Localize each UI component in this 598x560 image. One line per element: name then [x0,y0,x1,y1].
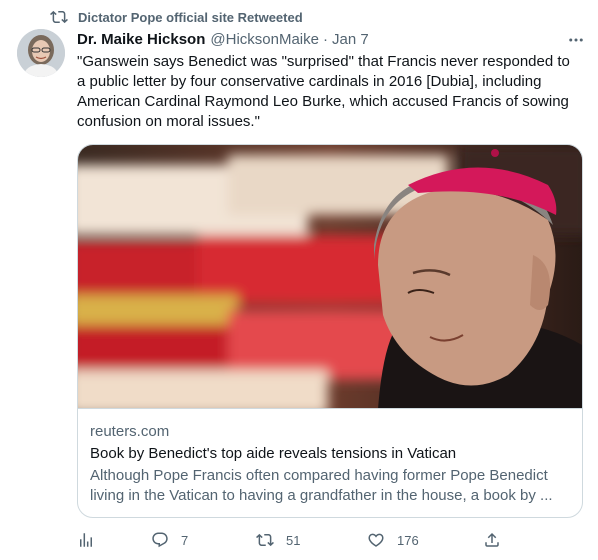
card-meta: reuters.com Book by Benedict's top aide … [90,422,570,506]
like-count: 176 [397,532,419,548]
author-handle[interactable]: @HicksonMaike [210,31,319,48]
retweet-icon [256,533,274,547]
retweeted-by-row[interactable]: Dictator Pope official site Retweeted [50,8,303,26]
heart-icon [368,533,384,547]
reply-button[interactable]: 7 [151,528,188,552]
tweet-date[interactable]: Jan 7 [332,31,369,48]
card-domain: reuters.com [90,423,170,440]
tweet-text: "Ganswein says Benedict was "surprised" … [77,53,570,130]
more-icon [569,38,583,42]
more-options-button[interactable] [566,31,586,49]
analytics-button[interactable] [77,528,95,552]
retweet-icon [50,8,68,26]
tweet-header: Dr. Maike Hickson @HicksonMaike · Jan 7 [77,29,582,49]
analytics-icon [80,533,92,547]
reply-count: 7 [181,532,189,548]
retweet-button[interactable]: 51 [256,528,300,552]
card-title: Book by Benedict's top aide reveals tens… [90,445,457,462]
reply-icon [152,532,168,548]
avatar[interactable] [17,29,65,77]
header-separator: · [322,30,328,48]
tweet-actions: 7 51 176 [77,528,507,552]
like-button[interactable]: 176 [367,528,419,552]
share-button[interactable] [483,528,501,552]
card-image [78,145,582,409]
retweeted-by-label: Dictator Pope official site Retweeted [78,9,303,25]
link-card[interactable]: reuters.com Book by Benedict's top aide … [77,144,583,518]
share-icon [485,532,499,547]
author-name[interactable]: Dr. Maike Hickson [77,31,205,48]
retweet-count: 51 [286,532,301,548]
card-description: Although Pope Francis often compared hav… [90,467,553,504]
